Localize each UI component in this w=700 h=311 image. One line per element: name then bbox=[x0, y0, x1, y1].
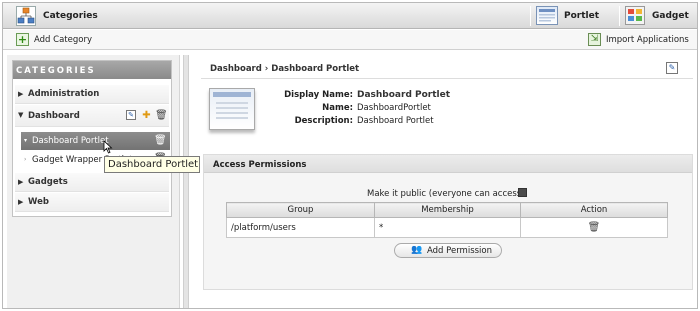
categories-icon bbox=[16, 6, 36, 26]
add-portlet-icon[interactable]: ✚ bbox=[141, 110, 152, 122]
category-label: Dashboard bbox=[28, 111, 80, 121]
collapsed-arrow-icon: ▶ bbox=[18, 198, 24, 206]
add-permission-icon: 👥 bbox=[411, 245, 423, 255]
expanded-arrow-icon: ▼ bbox=[18, 111, 24, 119]
category-label: Administration bbox=[28, 89, 100, 99]
permissions-table: Group Membership Action /platform/users … bbox=[226, 202, 668, 238]
tab-gadget-label: Gadget bbox=[652, 11, 689, 21]
action-cell: 🗑 bbox=[520, 217, 668, 238]
bullet-icon: › bbox=[24, 156, 27, 163]
membership-cell: * bbox=[374, 217, 521, 238]
categories-panel: CATEGORIES ▶ Administration ▼ Dashboard … bbox=[7, 55, 180, 308]
import-icon: ⇲ bbox=[588, 33, 601, 46]
categories-heading: CATEGORIES bbox=[13, 61, 171, 79]
category-label: Gadgets bbox=[28, 177, 68, 187]
make-public-checkbox[interactable] bbox=[518, 188, 527, 197]
name-value: DashboardPortlet bbox=[357, 103, 431, 113]
group-cell: /platform/users bbox=[226, 217, 375, 238]
display-name-value: Dashboard Portlet bbox=[357, 90, 451, 100]
edit-icon[interactable]: ✎ bbox=[666, 62, 678, 74]
collapsed-arrow-icon: ▶ bbox=[18, 90, 24, 98]
column-header-group: Group bbox=[226, 202, 375, 218]
top-bar: Categories Portlet Gadget bbox=[3, 3, 697, 29]
toolbar-separator bbox=[530, 6, 531, 26]
column-header-membership: Membership bbox=[374, 202, 521, 218]
mouse-cursor-icon bbox=[103, 140, 113, 157]
portlet-tooltip: Dashboard Portlet bbox=[104, 156, 200, 173]
portlet-item-dashboard[interactable]: ▾ Dashboard Portlet 🗑 bbox=[21, 132, 170, 150]
breadcrumb: Dashboard › Dashboard Portlet bbox=[210, 64, 360, 74]
name-key: Name: bbox=[322, 103, 353, 113]
column-header-action: Action bbox=[520, 202, 668, 218]
edit-category-icon[interactable]: ✎ bbox=[126, 110, 136, 120]
access-permissions-heading: Access Permissions bbox=[213, 160, 307, 170]
action-bar: + Add Category ⇲ Import Applications bbox=[3, 30, 697, 50]
portlet-icon bbox=[536, 6, 558, 25]
add-permission-label: Add Permission bbox=[427, 246, 493, 256]
description-key: Description: bbox=[294, 116, 353, 126]
application-window: Categories Portlet Gadget + Add Category… bbox=[2, 2, 698, 309]
description-value: Dashboard Portlet bbox=[357, 116, 434, 126]
category-administration[interactable]: ▶ Administration bbox=[15, 85, 169, 104]
gadget-icon bbox=[625, 6, 645, 25]
category-gadgets[interactable]: ▶ Gadgets bbox=[15, 173, 169, 192]
categories-tree: CATEGORIES ▶ Administration ▼ Dashboard … bbox=[12, 60, 172, 217]
category-dashboard[interactable]: ▼ Dashboard ✎ ✚ 🗑 bbox=[15, 105, 169, 127]
portlet-label: Dashboard Portlet bbox=[32, 136, 109, 146]
access-permissions-section: Access Permissions Make it public (every… bbox=[203, 154, 693, 290]
collapsed-arrow-icon: ▶ bbox=[18, 178, 24, 186]
category-label: Web bbox=[28, 197, 49, 207]
tab-portlet-label: Portlet bbox=[564, 11, 600, 21]
portlet-preview-image bbox=[209, 88, 255, 130]
add-category-label: Add Category bbox=[34, 35, 92, 45]
bullet-icon: ▾ bbox=[24, 137, 28, 144]
delete-category-icon[interactable]: 🗑 bbox=[155, 110, 168, 122]
app-title: Categories bbox=[43, 11, 98, 21]
import-applications-label: Import Applications bbox=[606, 35, 689, 45]
table-row: /platform/users * 🗑 bbox=[226, 217, 668, 238]
breadcrumb-bar: Dashboard › Dashboard Portlet ✎ bbox=[201, 55, 693, 79]
panel-resizer[interactable] bbox=[183, 55, 189, 308]
access-permissions-header: Access Permissions bbox=[204, 155, 692, 173]
delete-permission-icon[interactable]: 🗑 bbox=[588, 222, 601, 233]
add-permission-button[interactable]: 👥 Add Permission bbox=[394, 243, 502, 258]
toolbar-separator bbox=[619, 6, 620, 26]
display-name-key: Display Name: bbox=[284, 90, 353, 100]
make-public-label: Make it public (everyone can access): bbox=[367, 189, 528, 199]
add-icon: + bbox=[16, 33, 29, 46]
category-web[interactable]: ▶ Web bbox=[15, 193, 169, 212]
portlet-detail-panel: Dashboard › Dashboard Portlet ✎ Display … bbox=[201, 55, 693, 291]
delete-portlet-icon[interactable]: 🗑 bbox=[154, 135, 167, 147]
